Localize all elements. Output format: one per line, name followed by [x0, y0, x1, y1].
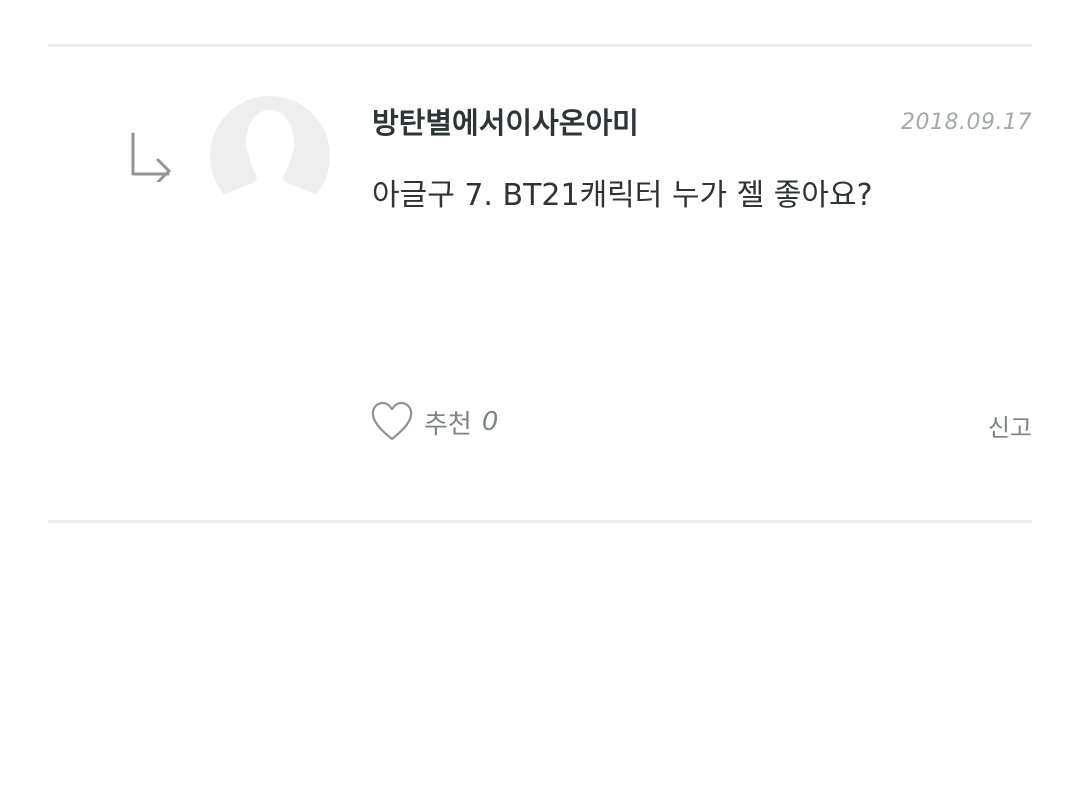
like-label: 추천 — [424, 409, 472, 440]
report-button[interactable]: 신고 — [988, 408, 1032, 443]
reply-arrow-icon — [128, 130, 174, 184]
like-count: 0 — [481, 407, 499, 437]
default-avatar-icon[interactable] — [210, 96, 330, 216]
top-divider — [48, 44, 1032, 47]
comment-author[interactable]: 방탄별에서이사온아미 — [372, 100, 639, 142]
like-button[interactable]: 추천 0 — [370, 400, 498, 444]
comment-date: 2018.09.17 — [901, 110, 1032, 135]
comment-text: 아글구 7. BT21캐릭터 누가 젤 좋아요? — [372, 178, 873, 213]
bottom-divider — [48, 520, 1032, 523]
heart-icon — [370, 400, 414, 444]
